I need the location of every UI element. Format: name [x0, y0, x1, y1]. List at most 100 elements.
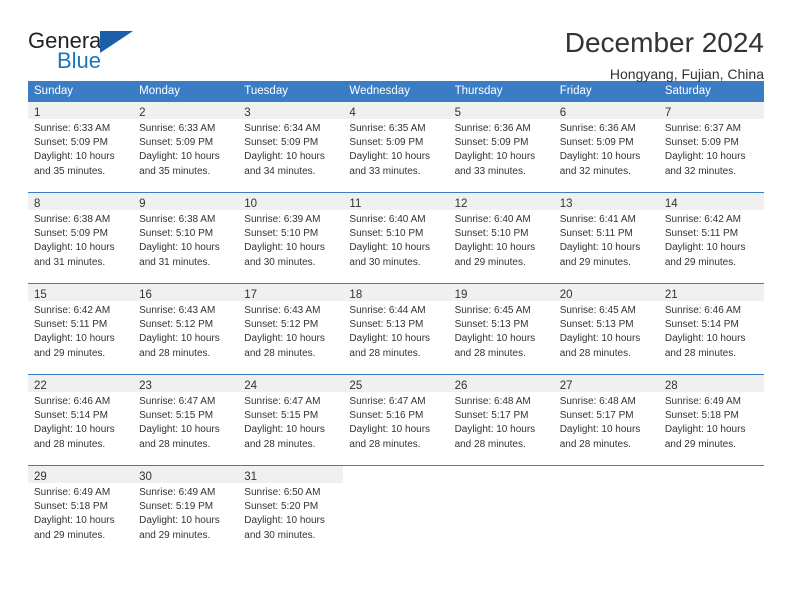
day-info: Sunrise: 6:43 AM Sunset: 5:12 PM Dayligh…	[238, 301, 343, 361]
day-cell[interactable]: 6 Sunrise: 6:36 AM Sunset: 5:09 PM Dayli…	[553, 102, 659, 184]
daylight-text-line2: and 35 minutes.	[139, 165, 211, 177]
day-number: 18	[349, 289, 363, 301]
daylight-text-line2: and 29 minutes.	[664, 438, 737, 450]
day-number-bar: 3	[238, 102, 344, 119]
weekday-header-sunday: Sunday	[34, 85, 74, 97]
sunset-text: Sunset: 5:10 PM	[244, 228, 319, 240]
sunrise-text: Sunrise: 6:33 AM	[139, 123, 216, 134]
sunrise-text: Sunrise: 6:40 AM	[454, 214, 531, 225]
weekday-header-thursday: Thursday	[454, 85, 503, 97]
daylight-text-line1: Daylight: 10 hours	[559, 424, 641, 436]
day-number-bar: 17	[238, 284, 344, 301]
day-cell[interactable]: 7 Sunrise: 6:37 AM Sunset: 5:09 PM Dayli…	[658, 102, 764, 184]
day-number: 26	[454, 380, 468, 392]
day-cell[interactable]: 30 Sunrise: 6:49 AM Sunset: 5:19 PM Dayl…	[133, 466, 239, 548]
day-info: Sunrise: 6:49 AM Sunset: 5:19 PM Dayligh…	[133, 483, 238, 543]
day-number: 17	[244, 289, 258, 301]
day-cell[interactable]: 16 Sunrise: 6:43 AM Sunset: 5:12 PM Dayl…	[133, 284, 239, 366]
daylight-text-line2: and 29 minutes.	[664, 256, 737, 268]
daylight-text-line1: Daylight: 10 hours	[139, 333, 220, 345]
daylight-text-line1: Daylight: 10 hours	[34, 242, 115, 254]
day-number: 24	[244, 380, 258, 392]
day-cell[interactable]: 20 Sunrise: 6:45 AM Sunset: 5:13 PM Dayl…	[553, 284, 659, 366]
logo-text-blue: Blue	[57, 48, 102, 73]
sunrise-text: Sunrise: 6:40 AM	[349, 214, 426, 225]
day-cell[interactable]: 24 Sunrise: 6:47 AM Sunset: 5:15 PM Dayl…	[238, 375, 344, 457]
day-cell[interactable]: 18 Sunrise: 6:44 AM Sunset: 5:13 PM Dayl…	[343, 284, 449, 366]
day-number: 4	[349, 107, 356, 119]
day-info: Sunrise: 6:48 AM Sunset: 5:17 PM Dayligh…	[449, 392, 554, 452]
day-cell[interactable]: 31 Sunrise: 6:50 AM Sunset: 5:20 PM Dayl…	[238, 466, 344, 548]
day-cell[interactable]: 11 Sunrise: 6:40 AM Sunset: 5:10 PM Dayl…	[343, 193, 449, 275]
day-cell[interactable]: 19 Sunrise: 6:45 AM Sunset: 5:13 PM Dayl…	[448, 284, 554, 366]
sunset-text: Sunset: 5:13 PM	[454, 319, 529, 331]
sunrise-text: Sunrise: 6:43 AM	[244, 305, 321, 316]
day-cell[interactable]: 3 Sunrise: 6:34 AM Sunset: 5:09 PM Dayli…	[238, 102, 344, 184]
day-cell[interactable]: 17 Sunrise: 6:43 AM Sunset: 5:12 PM Dayl…	[238, 284, 344, 366]
day-number: 8	[34, 198, 41, 210]
day-info: Sunrise: 6:33 AM Sunset: 5:09 PM Dayligh…	[133, 119, 238, 179]
day-cell[interactable]: 1 Sunrise: 6:33 AM Sunset: 5:09 PM Dayli…	[28, 102, 134, 184]
day-cell[interactable]: 29 Sunrise: 6:49 AM Sunset: 5:18 PM Dayl…	[28, 466, 134, 548]
day-info: Sunrise: 6:36 AM Sunset: 5:09 PM Dayligh…	[554, 119, 659, 179]
day-info: Sunrise: 6:39 AM Sunset: 5:10 PM Dayligh…	[238, 210, 343, 270]
day-cell[interactable]: 25 Sunrise: 6:47 AM Sunset: 5:16 PM Dayl…	[343, 375, 449, 457]
day-cell[interactable]: 5 Sunrise: 6:36 AM Sunset: 5:09 PM Dayli…	[448, 102, 554, 184]
daylight-text-line1: Daylight: 10 hours	[139, 424, 220, 436]
sunset-text: Sunset: 5:15 PM	[139, 410, 214, 422]
day-number: 22	[34, 380, 47, 392]
day-info: Sunrise: 6:46 AM Sunset: 5:14 PM Dayligh…	[28, 392, 133, 452]
day-cell[interactable]: 10 Sunrise: 6:39 AM Sunset: 5:10 PM Dayl…	[238, 193, 344, 275]
day-info: Sunrise: 6:49 AM Sunset: 5:18 PM Dayligh…	[28, 483, 133, 543]
daylight-text-line2: and 28 minutes.	[454, 347, 526, 359]
day-cell[interactable]: 26 Sunrise: 6:48 AM Sunset: 5:17 PM Dayl…	[448, 375, 554, 457]
day-number: 25	[349, 380, 363, 392]
sunset-text: Sunset: 5:09 PM	[34, 137, 108, 149]
sunrise-text: Sunrise: 6:38 AM	[34, 214, 111, 225]
daylight-text-line2: and 34 minutes.	[244, 165, 316, 177]
day-number: 28	[664, 380, 678, 392]
general-blue-logo[interactable]: General Blue	[28, 26, 158, 78]
day-cell[interactable]: 2 Sunrise: 6:33 AM Sunset: 5:09 PM Dayli…	[133, 102, 239, 184]
day-number-bar: 12	[448, 193, 554, 210]
day-number-bar: 15	[28, 284, 134, 301]
day-cell[interactable]: 27 Sunrise: 6:48 AM Sunset: 5:17 PM Dayl…	[553, 375, 659, 457]
sunrise-text: Sunrise: 6:33 AM	[34, 123, 111, 134]
day-info: Sunrise: 6:44 AM Sunset: 5:13 PM Dayligh…	[343, 301, 448, 361]
day-number-bar: 16	[133, 284, 239, 301]
day-info: Sunrise: 6:43 AM Sunset: 5:12 PM Dayligh…	[133, 301, 238, 361]
day-info: Sunrise: 6:45 AM Sunset: 5:13 PM Dayligh…	[449, 301, 554, 361]
daylight-text-line1: Daylight: 10 hours	[139, 242, 220, 254]
day-cell[interactable]: 15 Sunrise: 6:42 AM Sunset: 5:11 PM Dayl…	[28, 284, 134, 366]
day-info: Sunrise: 6:41 AM Sunset: 5:11 PM Dayligh…	[554, 210, 659, 270]
day-number-bar: 28	[658, 375, 764, 392]
sunrise-text: Sunrise: 6:43 AM	[139, 305, 216, 316]
day-cell[interactable]: 14 Sunrise: 6:42 AM Sunset: 5:11 PM Dayl…	[658, 193, 764, 275]
day-number: 15	[34, 289, 47, 301]
sunrise-text: Sunrise: 6:47 AM	[349, 396, 426, 407]
day-cell[interactable]: 28 Sunrise: 6:49 AM Sunset: 5:18 PM Dayl…	[658, 375, 764, 457]
day-cell[interactable]: 9 Sunrise: 6:38 AM Sunset: 5:10 PM Dayli…	[133, 193, 239, 275]
weekday-header-friday: Friday	[559, 85, 592, 97]
sunrise-text: Sunrise: 6:47 AM	[139, 396, 216, 407]
day-cell[interactable]: 8 Sunrise: 6:38 AM Sunset: 5:09 PM Dayli…	[28, 193, 134, 275]
week-row: 8 Sunrise: 6:38 AM Sunset: 5:09 PM Dayli…	[28, 192, 764, 275]
day-cell-empty	[448, 466, 554, 548]
day-cell[interactable]: 23 Sunrise: 6:47 AM Sunset: 5:15 PM Dayl…	[133, 375, 239, 457]
day-number-bar: 2	[133, 102, 239, 119]
day-number-bar: 22	[28, 375, 134, 392]
day-cell[interactable]: 21 Sunrise: 6:46 AM Sunset: 5:14 PM Dayl…	[658, 284, 764, 366]
sunrise-text: Sunrise: 6:47 AM	[244, 396, 321, 407]
day-number: 14	[664, 198, 678, 210]
sunrise-text: Sunrise: 6:44 AM	[349, 305, 426, 316]
sunrise-text: Sunrise: 6:45 AM	[454, 305, 531, 316]
sunrise-text: Sunrise: 6:46 AM	[664, 305, 741, 316]
day-number-bar: 5	[448, 102, 554, 119]
daylight-text-line1: Daylight: 10 hours	[349, 242, 431, 254]
day-cell[interactable]: 22 Sunrise: 6:46 AM Sunset: 5:14 PM Dayl…	[28, 375, 134, 457]
day-cell[interactable]: 12 Sunrise: 6:40 AM Sunset: 5:10 PM Dayl…	[448, 193, 554, 275]
day-cell[interactable]: 13 Sunrise: 6:41 AM Sunset: 5:11 PM Dayl…	[553, 193, 659, 275]
weekday-header-monday: Monday	[139, 85, 181, 97]
day-cell[interactable]: 4 Sunrise: 6:35 AM Sunset: 5:09 PM Dayli…	[343, 102, 449, 184]
daylight-text-line2: and 29 minutes.	[559, 256, 631, 268]
